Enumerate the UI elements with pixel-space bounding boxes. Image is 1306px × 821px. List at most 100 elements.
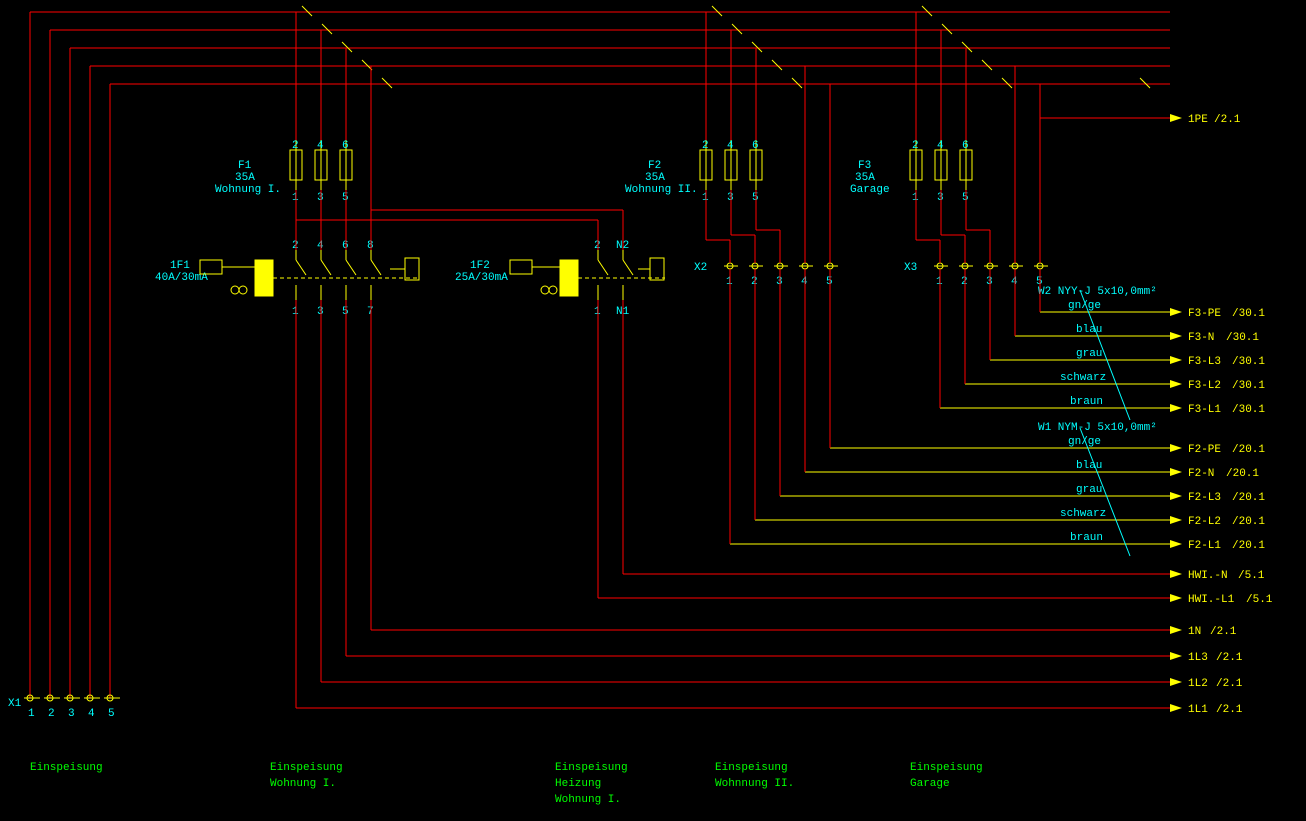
svg-text:/20.1: /20.1 <box>1232 540 1265 552</box>
svg-text:blau: blau <box>1076 460 1102 472</box>
schematic-canvas: X1 1 2 3 4 5 F1 35A Wohnung I. 2 4 6 1 3… <box>0 0 1306 821</box>
x2-label: X2 <box>694 262 707 274</box>
svg-text:Garage: Garage <box>850 184 890 196</box>
svg-text:/2.1: /2.1 <box>1216 678 1243 690</box>
svg-text:grau: grau <box>1076 348 1102 360</box>
pe-out: 1PE /2.1 <box>1040 84 1241 126</box>
svg-text:/30.1: /30.1 <box>1232 380 1265 392</box>
svg-text:8: 8 <box>367 240 374 252</box>
svg-text:1N: 1N <box>1188 626 1201 638</box>
svg-text:braun: braun <box>1070 532 1103 544</box>
svg-text:3: 3 <box>317 192 324 204</box>
svg-text:3: 3 <box>68 708 75 720</box>
svg-text:5: 5 <box>962 192 969 204</box>
x3-label: X3 <box>904 262 917 274</box>
svg-text:2: 2 <box>751 276 758 288</box>
svg-text:4: 4 <box>937 140 944 152</box>
svg-text:6: 6 <box>342 240 349 252</box>
svg-text:2: 2 <box>961 276 968 288</box>
terminal-X3: X3 1 2 3 4 5 <box>904 66 1048 288</box>
svg-text:F2-L3: F2-L3 <box>1188 492 1221 504</box>
svg-text:4: 4 <box>88 708 95 720</box>
svg-text:schwarz: schwarz <box>1060 372 1106 384</box>
svg-text:/20.1: /20.1 <box>1232 516 1265 528</box>
svg-text:/20.1: /20.1 <box>1226 468 1259 480</box>
svg-text:35A: 35A <box>235 172 255 184</box>
svg-text:3: 3 <box>937 192 944 204</box>
svg-text:4: 4 <box>317 140 324 152</box>
svg-text:6: 6 <box>752 140 759 152</box>
svg-text:6: 6 <box>962 140 969 152</box>
x1-feeds <box>30 12 110 698</box>
svg-text:/5.1: /5.1 <box>1246 594 1273 606</box>
svg-text:Einspeisung: Einspeisung <box>910 762 983 774</box>
svg-text:Einspeisung: Einspeisung <box>270 762 343 774</box>
svg-text:/20.1: /20.1 <box>1232 492 1265 504</box>
svg-text:Wohnnung II.: Wohnnung II. <box>715 778 794 790</box>
svg-text:2: 2 <box>912 140 919 152</box>
svg-text:F2-PE: F2-PE <box>1188 444 1221 456</box>
svg-text:1F1: 1F1 <box>170 260 190 272</box>
terminal-X1: X1 1 2 3 4 5 <box>8 695 120 720</box>
svg-text:grau: grau <box>1076 484 1102 496</box>
svg-text:Heizung: Heizung <box>555 778 601 790</box>
svg-text:F2-L1: F2-L1 <box>1188 540 1221 552</box>
svg-text:/2.1: /2.1 <box>1216 652 1243 664</box>
svg-text:7: 7 <box>367 306 374 318</box>
svg-text:F3-PE: F3-PE <box>1188 308 1221 320</box>
svg-text:HWI.-L1: HWI.-L1 <box>1188 594 1235 606</box>
svg-text:Einspeisung: Einspeisung <box>30 762 103 774</box>
rcd-1F2: 1F2 25A/30mA 2 N2 1 N1 <box>296 210 665 318</box>
svg-text:braun: braun <box>1070 396 1103 408</box>
svg-text:/30.1: /30.1 <box>1232 308 1265 320</box>
svg-text:/2.1: /2.1 <box>1214 114 1241 126</box>
svg-text:gn/ge: gn/ge <box>1068 300 1101 312</box>
svg-text:1: 1 <box>28 708 35 720</box>
svg-text:25A/30mA: 25A/30mA <box>455 272 508 284</box>
svg-text:Einspeisung: Einspeisung <box>715 762 788 774</box>
outgoing-nets: W2 NYY-J 5x10,0mm² gn/ge blau grau schwa… <box>296 269 1273 716</box>
svg-text:2: 2 <box>702 140 709 152</box>
svg-text:1F2: 1F2 <box>470 260 490 272</box>
svg-text:F3-N: F3-N <box>1188 332 1214 344</box>
svg-text:3: 3 <box>986 276 993 288</box>
svg-text:3: 3 <box>727 192 734 204</box>
svg-text:35A: 35A <box>645 172 665 184</box>
svg-text:F2: F2 <box>648 160 661 172</box>
svg-text:1L3: 1L3 <box>1188 652 1208 664</box>
fuse-F2: F2 35A Wohnung II. 2 4 6 1 3 5 <box>625 12 762 204</box>
svg-text:3: 3 <box>776 276 783 288</box>
svg-text:/2.1: /2.1 <box>1216 704 1243 716</box>
svg-text:2: 2 <box>48 708 55 720</box>
bus-bars <box>30 12 1170 84</box>
svg-text:Wohnung I.: Wohnung I. <box>555 794 621 806</box>
svg-text:/20.1: /20.1 <box>1232 444 1265 456</box>
svg-text:/5.1: /5.1 <box>1238 570 1265 582</box>
svg-text:F2-N: F2-N <box>1188 468 1214 480</box>
svg-text:4: 4 <box>727 140 734 152</box>
svg-text:2: 2 <box>292 240 299 252</box>
svg-text:Garage: Garage <box>910 778 950 790</box>
svg-text:5: 5 <box>342 306 349 318</box>
svg-text:Wohnung I.: Wohnung I. <box>270 778 336 790</box>
fuse-F3: F3 35A Garage 2 4 6 1 3 5 <box>850 12 972 204</box>
x1-label: X1 <box>8 698 22 710</box>
svg-text:Wohnung II.: Wohnung II. <box>625 184 698 196</box>
terminal-X2: X2 1 2 3 4 5 <box>694 66 838 288</box>
svg-text:F1: F1 <box>238 160 252 172</box>
svg-text:/30.1: /30.1 <box>1232 356 1265 368</box>
svg-text:HWI.-N: HWI.-N <box>1188 570 1228 582</box>
svg-text:1L2: 1L2 <box>1188 678 1208 690</box>
svg-text:F3-L3: F3-L3 <box>1188 356 1221 368</box>
svg-text:schwarz: schwarz <box>1060 508 1106 520</box>
svg-text:2: 2 <box>292 140 299 152</box>
svg-text:/2.1: /2.1 <box>1210 626 1237 638</box>
svg-text:F3: F3 <box>858 160 871 172</box>
svg-text:W2 NYY-J 5x10,0mm²: W2 NYY-J 5x10,0mm² <box>1038 286 1157 298</box>
svg-text:5: 5 <box>752 192 759 204</box>
svg-text:/30.1: /30.1 <box>1226 332 1259 344</box>
svg-text:/30.1: /30.1 <box>1232 404 1265 416</box>
svg-text:6: 6 <box>342 140 349 152</box>
svg-text:F3-L1: F3-L1 <box>1188 404 1221 416</box>
svg-text:35A: 35A <box>855 172 875 184</box>
